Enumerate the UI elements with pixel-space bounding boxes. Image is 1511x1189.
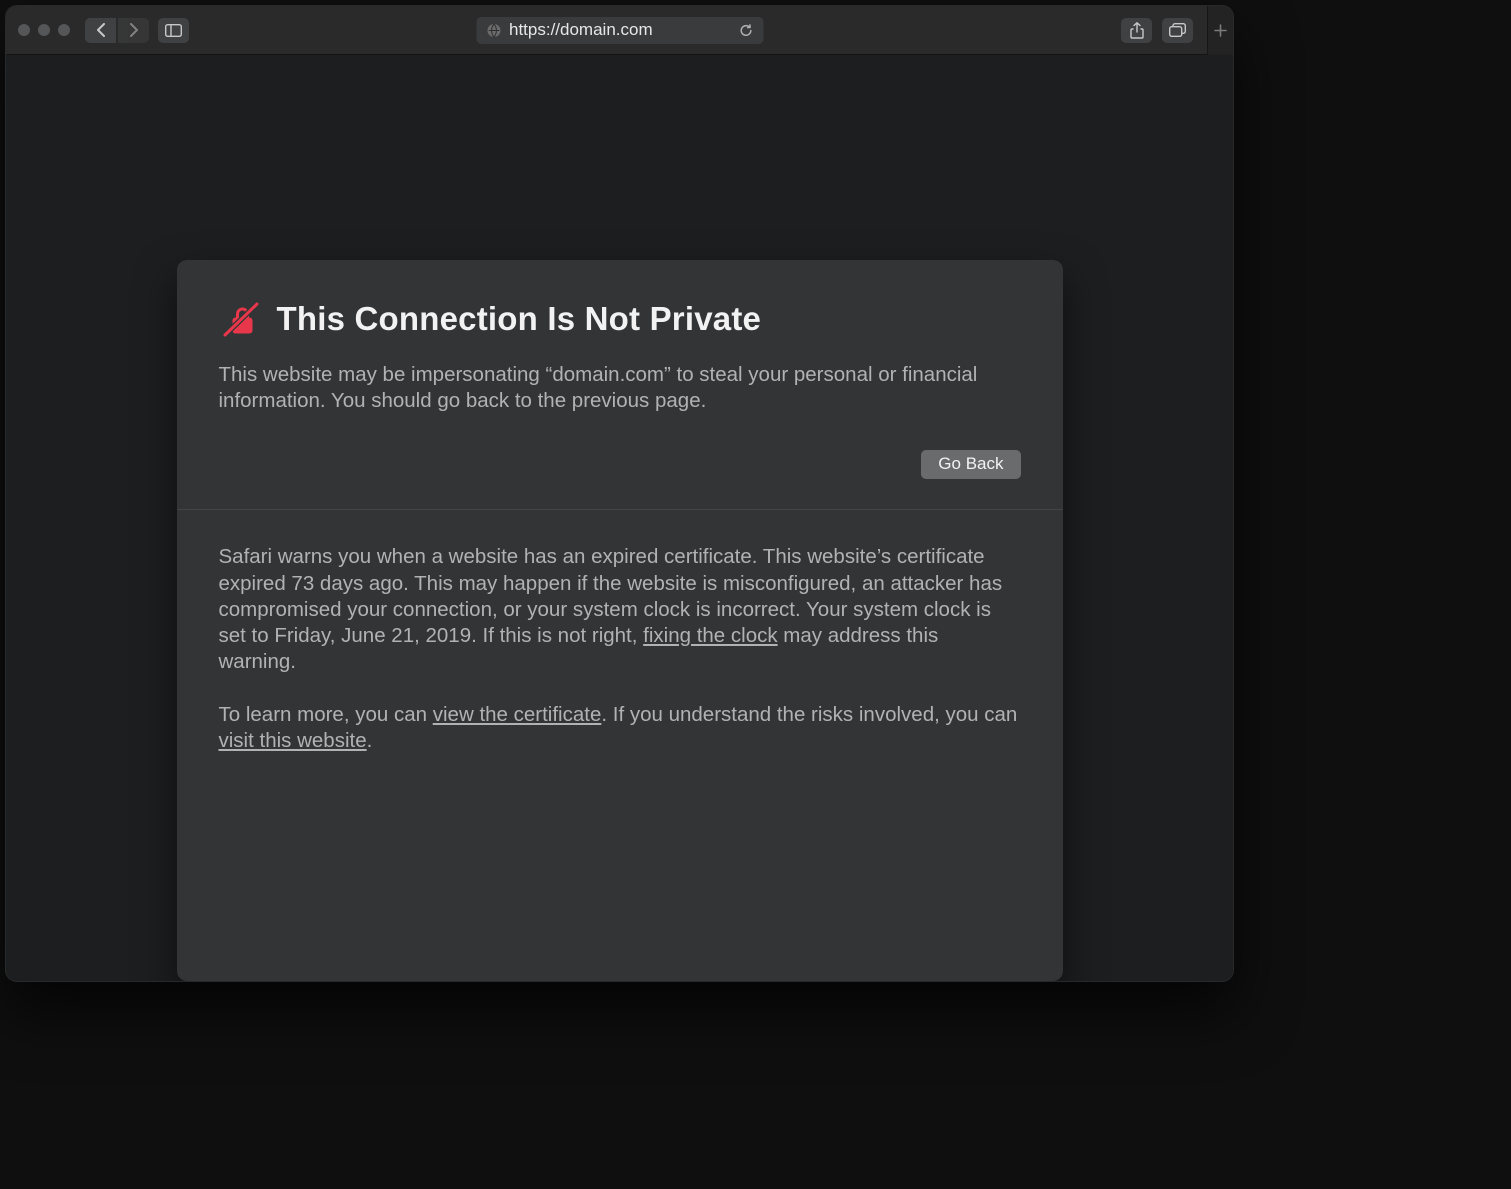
sidebar-icon	[165, 24, 182, 37]
page-content: This Connection Is Not Private This webs…	[6, 55, 1233, 981]
tabs-icon	[1169, 23, 1186, 37]
go-back-button[interactable]: Go Back	[921, 450, 1020, 479]
back-button[interactable]	[85, 18, 116, 43]
show-tabs-button[interactable]	[1162, 18, 1193, 43]
forward-button[interactable]	[118, 18, 149, 43]
new-tab-button[interactable]	[1207, 6, 1233, 55]
toolbar-right	[1121, 6, 1221, 55]
minimize-window-button[interactable]	[38, 24, 50, 36]
share-icon	[1130, 22, 1144, 39]
toolbar	[6, 6, 1233, 55]
insecure-lock-icon	[219, 300, 259, 338]
warning-card-top: This Connection Is Not Private This webs…	[177, 260, 1063, 509]
warning-description: This website may be impersonating “domai…	[219, 362, 1021, 414]
plus-icon	[1214, 24, 1227, 37]
details-text: . If you understand the risks involved, …	[601, 703, 1017, 726]
site-security-icon	[486, 23, 501, 38]
chevron-left-icon	[96, 23, 106, 37]
nav-buttons	[85, 18, 149, 43]
warning-title-row: This Connection Is Not Private	[219, 300, 1021, 338]
warning-card: This Connection Is Not Private This webs…	[177, 260, 1063, 981]
visit-website-link[interactable]: visit this website	[219, 729, 367, 752]
address-bar[interactable]	[476, 17, 763, 44]
url-input[interactable]	[509, 20, 730, 40]
sidebar-button[interactable]	[158, 18, 189, 43]
browser-window: This Connection Is Not Private This webs…	[5, 5, 1234, 982]
warning-details: Safari warns you when a website has an e…	[177, 510, 1063, 794]
warning-details-paragraph-1: Safari warns you when a website has an e…	[219, 544, 1021, 675]
warning-title: This Connection Is Not Private	[277, 300, 762, 338]
warning-details-paragraph-2: To learn more, you can view the certific…	[219, 702, 1021, 754]
details-text: .	[367, 729, 373, 752]
chevron-right-icon	[129, 23, 139, 37]
share-button[interactable]	[1121, 18, 1152, 43]
details-text: To learn more, you can	[219, 703, 433, 726]
reload-button[interactable]	[738, 23, 753, 38]
view-certificate-link[interactable]: view the certificate	[433, 703, 602, 726]
close-window-button[interactable]	[18, 24, 30, 36]
fix-clock-link[interactable]: fixing the clock	[643, 624, 777, 647]
window-controls	[18, 24, 70, 36]
reload-icon	[738, 23, 753, 38]
zoom-window-button[interactable]	[58, 24, 70, 36]
